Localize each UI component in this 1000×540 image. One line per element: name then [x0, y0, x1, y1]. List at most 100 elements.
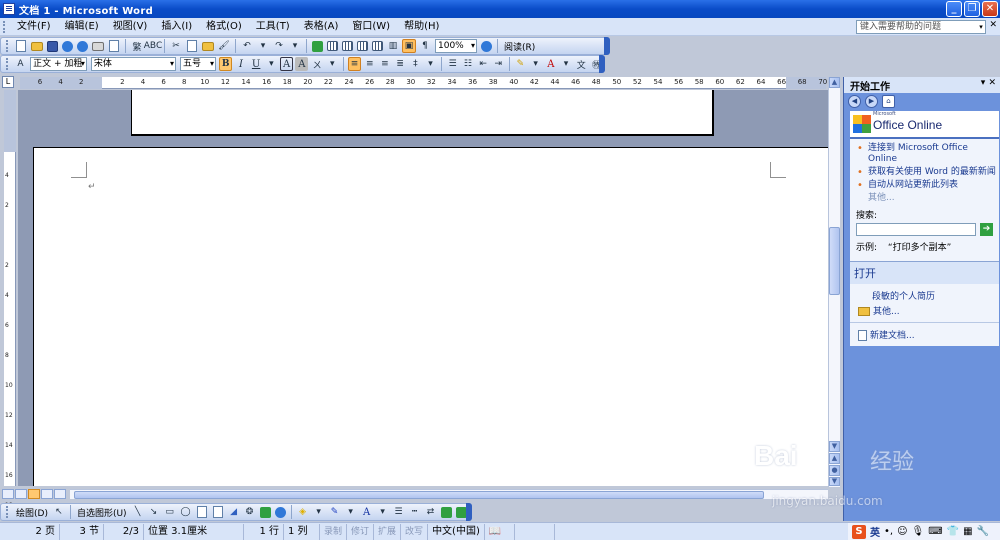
columns-icon[interactable] [372, 41, 383, 51]
numbering-icon[interactable]: ☰ [446, 57, 459, 71]
new-doc-icon[interactable] [16, 40, 26, 52]
save-icon[interactable] [47, 40, 58, 52]
browse-object-icon[interactable]: ● [829, 465, 840, 476]
diagram-icon[interactable]: ❂ [243, 505, 257, 519]
toolbar-options-icon[interactable] [604, 37, 610, 55]
draw-font-color-icon[interactable]: A [360, 505, 374, 519]
document-area[interactable]: ↵ [18, 90, 828, 486]
new-document-item[interactable]: 新建文档... [854, 327, 999, 342]
research-icon[interactable]: ABC [144, 39, 162, 53]
format-painter-icon[interactable]: 🖌 [217, 39, 231, 53]
wordart-icon[interactable]: ◢ [227, 505, 241, 519]
fill-color-dropdown-icon[interactable]: ▾ [312, 505, 326, 519]
ime-emoji-icon[interactable]: ☺ [897, 526, 907, 537]
ime-language-toggle[interactable]: 英 [870, 524, 880, 539]
permission-icon[interactable] [62, 40, 73, 52]
bullets-icon[interactable]: ☷ [461, 57, 474, 71]
ime-apps-icon[interactable]: ▦ [963, 526, 972, 537]
status-record[interactable]: 录制 [320, 523, 348, 540]
line-color-dropdown-icon[interactable]: ▾ [344, 505, 358, 519]
font-select[interactable]: 宋体 [90, 57, 176, 71]
underline-dropdown-icon[interactable]: ▾ [265, 57, 278, 71]
hscroll-thumb[interactable] [74, 491, 764, 499]
highlight-icon[interactable]: ✎ [514, 57, 527, 71]
underline-button[interactable]: U [250, 57, 263, 71]
redo-icon[interactable]: ↷ [272, 39, 286, 53]
styles-pane-icon[interactable]: A [14, 57, 27, 71]
search-input[interactable] [856, 223, 976, 236]
shadow-icon[interactable] [440, 506, 452, 518]
zoom-select[interactable]: 100% [435, 39, 477, 53]
search-go-icon[interactable]: ➔ [980, 223, 993, 236]
spelling-icon[interactable]: 繁 [130, 39, 144, 53]
previous-page[interactable] [131, 90, 714, 136]
reading-view-icon[interactable] [54, 489, 66, 499]
ime-keyboard-icon[interactable]: ⌨ [928, 526, 942, 537]
open-more-item[interactable]: 其他... [854, 303, 999, 318]
ime-mic-icon[interactable]: 🎙 [912, 526, 925, 537]
line-spacing-icon[interactable]: ‡ [409, 57, 422, 71]
menu-grip[interactable] [3, 20, 7, 33]
sogou-logo-icon[interactable]: S [852, 524, 866, 539]
forward-icon[interactable]: ▶ [865, 94, 878, 108]
redo-dropdown-icon[interactable]: ▾ [288, 39, 302, 53]
recent-file-item[interactable]: 段敏的个人简历 [854, 288, 999, 303]
print-icon[interactable] [92, 41, 104, 51]
distributed-icon[interactable]: ≣ [394, 57, 407, 71]
restore-button[interactable]: ❐ [964, 1, 980, 17]
fill-color-icon[interactable]: ◈ [296, 505, 310, 519]
line-icon[interactable]: ╲ [131, 505, 145, 519]
increase-indent-icon[interactable]: ⇥ [492, 57, 505, 71]
task-pane-close-icon[interactable]: ✕ [988, 78, 996, 88]
highlight-dropdown-icon[interactable]: ▾ [529, 57, 542, 71]
line-style-icon[interactable]: ☰ [392, 505, 406, 519]
toolbar-grip[interactable] [6, 506, 10, 518]
spelling-status-icon[interactable]: 📖 [485, 523, 515, 540]
link-auto-update[interactable]: 自动从网站更新此列表 [854, 180, 999, 191]
bold-button[interactable]: B [219, 57, 233, 71]
open-folder-icon[interactable] [31, 41, 43, 51]
insert-table-icon[interactable] [342, 41, 353, 51]
autoshapes-button[interactable]: 自选图形(U) [74, 506, 130, 519]
arrow-icon[interactable]: ↘ [147, 505, 161, 519]
textbox-icon[interactable] [196, 506, 207, 518]
status-extend[interactable]: 扩展 [374, 523, 402, 540]
status-track-changes[interactable]: 修订 [347, 523, 375, 540]
task-pane-menu-icon[interactable]: ▾ [981, 78, 986, 88]
3d-icon[interactable] [455, 506, 467, 518]
menu-view[interactable]: 视图(V) [106, 18, 155, 36]
ime-tools-icon[interactable]: 🔧 [977, 526, 989, 537]
rectangle-icon[interactable]: ▭ [163, 505, 177, 519]
toolbar-grip[interactable] [6, 58, 10, 70]
status-overtype[interactable]: 改写 [401, 523, 429, 540]
next-page-icon[interactable]: ▼ [829, 477, 840, 486]
home-icon[interactable]: ⌂ [882, 94, 895, 108]
tables-borders-icon[interactable] [327, 41, 338, 51]
undo-icon[interactable]: ↶ [240, 39, 254, 53]
insert-excel-icon[interactable] [357, 41, 368, 51]
task-pane-title[interactable]: 开始工作 [850, 78, 890, 93]
outline-view-icon[interactable] [41, 489, 53, 499]
ime-punct-icon[interactable]: •, [884, 526, 893, 537]
status-language[interactable]: 中文(中国) [428, 523, 485, 540]
link-more-online[interactable]: 其他... [854, 193, 999, 204]
vertical-scrollbar[interactable]: ▲ ▼ ▲ ● ▼ [828, 77, 840, 487]
align-right-icon[interactable]: ≡ [378, 57, 391, 71]
close-button[interactable]: ✕ [982, 1, 998, 17]
menu-file[interactable]: 文件(F) [10, 18, 58, 36]
link-connect-online[interactable]: 连接到 Microsoft Office Online [854, 143, 999, 165]
toolbar-options-icon[interactable] [599, 55, 605, 73]
vertical-ruler[interactable]: 4224681012141618 [4, 90, 16, 509]
undo-dropdown-icon[interactable]: ▾ [256, 39, 270, 53]
minimize-button[interactable]: _ [946, 1, 962, 17]
font-color-icon[interactable]: A [544, 57, 557, 71]
menu-window[interactable]: 窗口(W) [345, 18, 397, 36]
menu-table[interactable]: 表格(A) [297, 18, 346, 36]
link-latest-news[interactable]: 获取有关使用 Word 的最新新闻 [854, 167, 999, 178]
web-view-icon[interactable] [15, 489, 27, 499]
show-hide-icon[interactable]: ¶ [418, 39, 432, 53]
scroll-up-icon[interactable]: ▲ [829, 77, 840, 88]
toolbar-grip[interactable] [6, 40, 10, 52]
scroll-thumb[interactable] [829, 227, 840, 295]
help-dropdown-icon[interactable]: ▾ [976, 20, 986, 34]
